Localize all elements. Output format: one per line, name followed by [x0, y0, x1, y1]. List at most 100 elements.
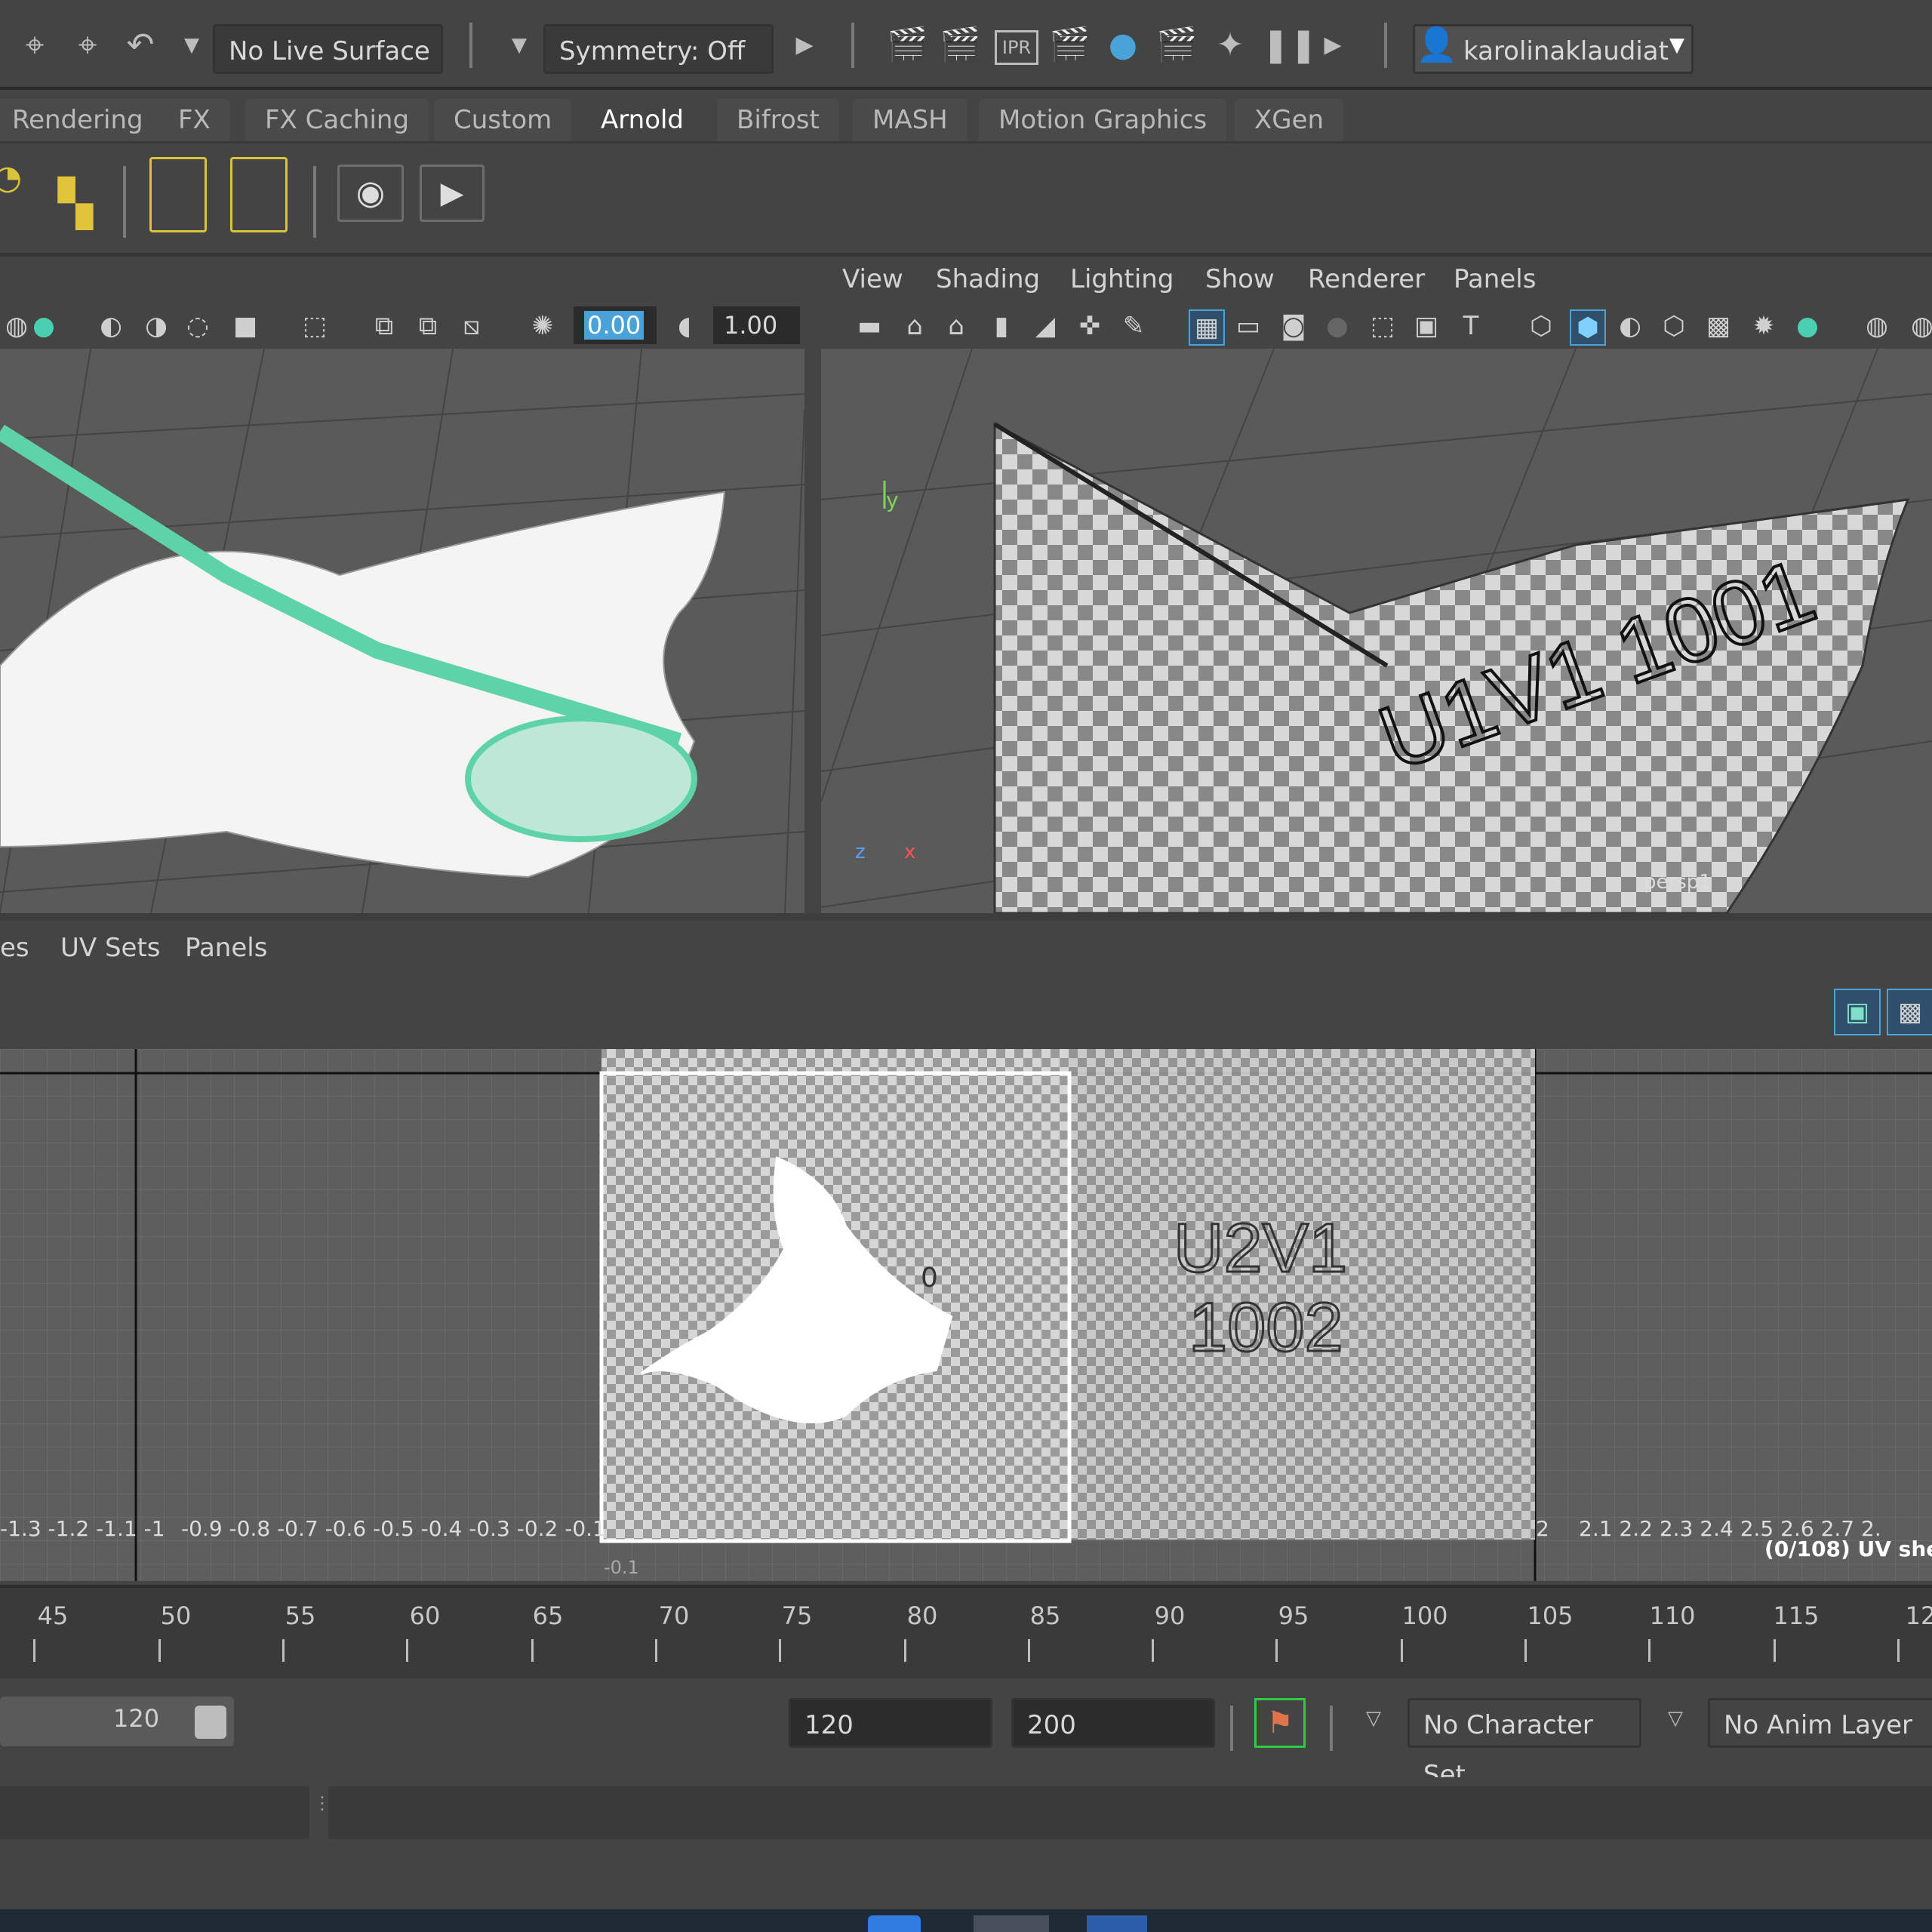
wireframe-shade-icon[interactable]: ◐: [94, 309, 128, 343]
bookmark-icon[interactable]: ▮: [985, 309, 1018, 343]
textured-icon[interactable]: ▩: [1702, 309, 1735, 343]
taskbar-app-icon[interactable]: [974, 1915, 1049, 1932]
exposure-icon[interactable]: ✺: [526, 309, 559, 343]
viewport-left[interactable]: [0, 349, 804, 913]
symmetry-field[interactable]: Symmetry: Off: [543, 24, 774, 74]
xray-icon[interactable]: ◌: [181, 309, 214, 343]
splitter-handle[interactable]: ⋮: [313, 1792, 331, 1830]
anim-layer-field[interactable]: No Anim Layer: [1708, 1698, 1932, 1748]
tab-arnold[interactable]: Arnold: [581, 99, 704, 141]
render-view-icon[interactable]: 🎬: [887, 26, 928, 65]
user-dropdown-icon[interactable]: ▼: [1657, 26, 1697, 65]
checker-tiles-icon[interactable]: ▩: [1887, 989, 1932, 1035]
ipr-render-icon[interactable]: IPR: [995, 30, 1038, 65]
gamma-icon[interactable]: ◖: [668, 309, 701, 343]
tab-custom[interactable]: Custom: [434, 99, 572, 141]
2d-pan-icon[interactable]: ✜: [1073, 309, 1106, 343]
select-region-icon[interactable]: ⬚: [298, 309, 331, 343]
menu-show[interactable]: Show: [1205, 264, 1275, 294]
gamma-field[interactable]: 1.00: [713, 306, 800, 344]
tab-mash[interactable]: MASH: [853, 99, 968, 141]
auto-key-icon[interactable]: ⚑: [1254, 1698, 1306, 1748]
display-image-icon[interactable]: ▣: [1834, 989, 1881, 1035]
exposure-field[interactable]: 0.00: [574, 306, 657, 344]
backface-icon[interactable]: ■: [229, 309, 262, 343]
safe-action-icon[interactable]: ▣: [1410, 309, 1443, 343]
arnold-volume-button[interactable]: [230, 157, 288, 232]
paint-select-icon[interactable]: ⌖: [68, 26, 107, 65]
anim-end-field[interactable]: 120: [789, 1698, 992, 1748]
viewport-persp[interactable]: U1V1 1001 y z x persp1: [821, 349, 1932, 913]
safe-title-icon[interactable]: T: [1454, 309, 1487, 343]
smooth-shade-icon[interactable]: ◑: [140, 309, 173, 343]
film-gate-icon[interactable]: ▭: [1232, 309, 1265, 343]
gate-mask-icon[interactable]: ●: [1321, 309, 1354, 343]
render-settings-icon[interactable]: 🎬: [1049, 26, 1091, 65]
render-preview-button[interactable]: ◉: [337, 165, 404, 222]
resolution-gate-icon[interactable]: ◙: [1277, 309, 1310, 343]
xray-joints-icon[interactable]: ◍: [1906, 309, 1932, 343]
scene-end-field[interactable]: 200: [1011, 1698, 1215, 1748]
render-frame-icon[interactable]: 🎬: [940, 26, 981, 65]
wireframe-on-shaded-icon[interactable]: ⬡: [1657, 309, 1690, 343]
xray-active-icon[interactable]: ◍: [1860, 309, 1894, 343]
hypershade-icon[interactable]: ●: [1103, 26, 1143, 65]
camera-lock-icon[interactable]: ⌂: [898, 309, 931, 343]
menu-lighting[interactable]: Lighting: [1070, 264, 1174, 294]
render-sequence-icon[interactable]: 🎬: [1156, 26, 1198, 65]
tab-fx-caching[interactable]: FX Caching: [245, 99, 429, 141]
viewport-divider[interactable]: [804, 349, 821, 913]
image-plane-icon[interactable]: ◢: [1029, 309, 1062, 343]
taskbar-app-icon[interactable]: [868, 1915, 921, 1932]
tab-bifrost[interactable]: Bifrost: [717, 99, 839, 141]
arnold-standin-button[interactable]: [149, 157, 207, 232]
isolate-icon[interactable]: ●: [27, 309, 60, 343]
menu-renderer[interactable]: Renderer: [1308, 264, 1425, 294]
pause-icon[interactable]: ❚❚: [1262, 26, 1318, 65]
camera-attributes-icon[interactable]: ⌂: [940, 309, 973, 343]
menu-shading[interactable]: Shading: [936, 264, 1040, 294]
pane-splitter[interactable]: [0, 913, 1932, 921]
uv-editor-canvas[interactable]: U2V1 1002 0 -1.3 -1.2 -1.1 -1 -0.9 -0.8 …: [0, 1049, 1932, 1581]
tab-fx[interactable]: FX: [158, 99, 230, 141]
collapse-arrow-icon[interactable]: ▶: [785, 26, 824, 65]
menu-view[interactable]: View: [842, 264, 903, 294]
menu-uv-sets[interactable]: UV Sets: [60, 933, 161, 963]
default-material-icon[interactable]: ◐: [1614, 309, 1647, 343]
shadows-icon[interactable]: ●: [1791, 309, 1824, 343]
dropdown-arrow-icon[interactable]: ▼: [500, 26, 539, 65]
playback-end-label: 120: [113, 1704, 160, 1733]
range-handle[interactable]: [195, 1706, 226, 1739]
arnold-light-icon[interactable]: ✦: [1211, 26, 1250, 65]
smooth-shade-all-icon[interactable]: ⬢: [1570, 309, 1606, 346]
render-button[interactable]: ▶: [420, 165, 485, 222]
copy-icon[interactable]: ⧉: [368, 309, 401, 343]
wireframe-icon[interactable]: ⬡: [1524, 309, 1558, 343]
lights-icon[interactable]: ✹: [1747, 309, 1780, 343]
taskbar-app-icon[interactable]: [1087, 1915, 1147, 1932]
field-chart-icon[interactable]: ⬚: [1366, 309, 1399, 343]
menu-images[interactable]: es: [0, 933, 29, 963]
arnold-partial-icon[interactable]: ◔: [0, 158, 23, 198]
tab-motion-graphics[interactable]: Motion Graphics: [979, 99, 1227, 141]
undo-arc-icon[interactable]: ↶: [121, 26, 160, 65]
checker-delete-icon[interactable]: ▚: [45, 174, 106, 234]
character-set-dropdown-icon[interactable]: ▽: [1366, 1707, 1381, 1730]
time-slider[interactable]: 45 50 55 60 65 70 75 80 85 90 95 100 105…: [0, 1585, 1932, 1678]
anim-layer-dropdown-icon[interactable]: ▽: [1668, 1707, 1683, 1730]
grease-pencil-icon[interactable]: ✎: [1117, 309, 1150, 343]
lasso-select-icon[interactable]: ⌖: [15, 26, 54, 65]
grid-icon[interactable]: ▦: [1189, 309, 1225, 346]
live-surface-field[interactable]: No Live Surface: [213, 24, 443, 74]
mel-input[interactable]: [0, 1786, 309, 1839]
character-set-field[interactable]: No Character Set: [1407, 1698, 1641, 1790]
camera-icon[interactable]: ▬: [853, 309, 886, 343]
menu-uv-panels[interactable]: Panels: [185, 933, 267, 963]
frame-icon[interactable]: ⧅: [455, 309, 488, 343]
menu-panels[interactable]: Panels: [1454, 264, 1536, 294]
collapse-arrow-icon[interactable]: ▶: [1313, 26, 1352, 65]
tab-xgen[interactable]: XGen: [1235, 99, 1344, 141]
tab-rendering[interactable]: Rendering: [0, 99, 163, 141]
paste-icon[interactable]: ⧉: [411, 309, 445, 343]
dropdown-arrow-icon[interactable]: ▼: [172, 26, 211, 65]
